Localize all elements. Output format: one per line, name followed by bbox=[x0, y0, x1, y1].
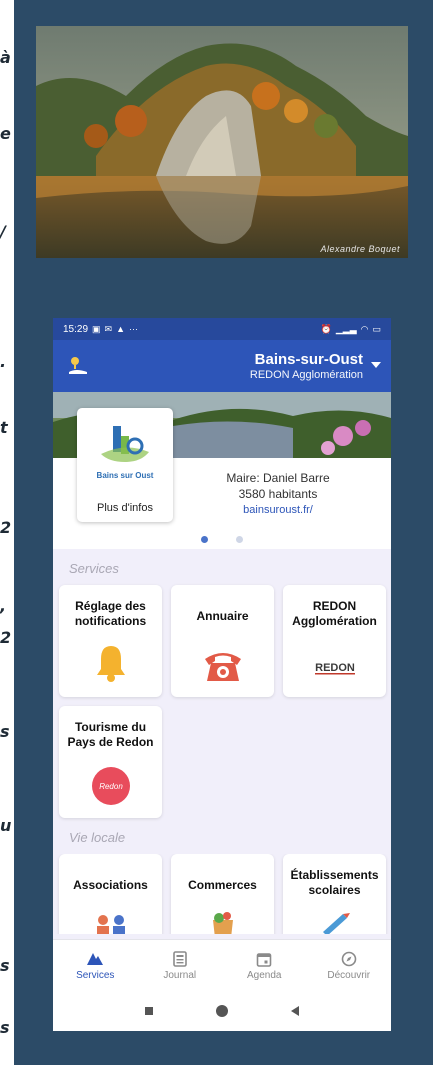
agglomeration-name: REDON Agglomération bbox=[249, 369, 363, 381]
tile-associations[interactable]: Associations bbox=[59, 854, 162, 934]
tile-notifications[interactable]: Réglage des notifications bbox=[59, 585, 162, 697]
mayor-info: Maire: Daniel Barre 3580 habitants bains… bbox=[193, 470, 363, 518]
photo-credit: Alexandre Boquet bbox=[320, 244, 400, 254]
side-glyph: s bbox=[0, 956, 10, 975]
tile-annuaire[interactable]: Annuaire bbox=[171, 585, 274, 697]
home-logo-button[interactable] bbox=[63, 351, 93, 381]
side-glyph: t bbox=[0, 418, 8, 437]
phone-screen: 15:29 ▣ ✉ ▲ ··· ⏰ ▁▂▃ ◠ ▭ Bains-sur-Oust… bbox=[53, 318, 391, 1031]
compass-icon bbox=[341, 951, 357, 966]
status-bar: 15:29 ▣ ✉ ▲ ··· ⏰ ▁▂▃ ◠ ▭ bbox=[53, 318, 391, 340]
nav-decouvrir[interactable]: Découvrir bbox=[307, 940, 392, 991]
side-glyph: / bbox=[0, 222, 6, 241]
phone-icon bbox=[201, 647, 245, 683]
tile-label: Établissements scolaires bbox=[290, 868, 379, 897]
redon-logo: REDON bbox=[309, 659, 361, 677]
home-button[interactable] bbox=[215, 1004, 229, 1018]
redon-logo-text: REDON bbox=[315, 662, 355, 674]
nav-label: Services bbox=[76, 969, 115, 981]
vie-locale-grid: Associations Commerces Établissements sc… bbox=[53, 854, 391, 934]
battery-icon: ▭ bbox=[372, 323, 381, 334]
chevron-down-icon[interactable] bbox=[371, 362, 381, 368]
notification-icon: ▣ bbox=[92, 323, 101, 334]
tile-commerces[interactable]: Commerces bbox=[171, 854, 274, 934]
side-glyph: e bbox=[0, 124, 11, 143]
mail-icon: ✉ bbox=[104, 323, 113, 334]
signal-icon: ▁▂▃ bbox=[335, 323, 357, 334]
bottom-navigation: Services Journal Agenda Découvrir bbox=[53, 939, 391, 991]
nav-label: Agenda bbox=[247, 969, 282, 981]
carousel-indicator bbox=[53, 536, 391, 543]
carousel-dot-2[interactable] bbox=[236, 536, 243, 543]
side-glyph: s bbox=[0, 1018, 10, 1037]
location-logo-icon bbox=[69, 357, 87, 374]
commune-info: Bains sur Oust Plus d'infos Maire: Danie… bbox=[53, 408, 391, 549]
tile-label: Commerces bbox=[188, 878, 257, 892]
calendar-icon bbox=[256, 952, 272, 967]
more-info-link[interactable]: Plus d'infos bbox=[77, 502, 173, 514]
carousel-dot-1[interactable] bbox=[201, 536, 208, 543]
people-icon bbox=[91, 910, 131, 934]
commune-logo: Bains sur Oust bbox=[97, 426, 154, 480]
services-grid: Réglage des notifications Annuaire REDON… bbox=[53, 585, 391, 818]
website-link[interactable]: bainsuroust.fr/ bbox=[193, 502, 363, 518]
side-glyph: , bbox=[0, 596, 7, 615]
tile-tourisme[interactable]: Tourisme du Pays de Redon Redon bbox=[59, 706, 162, 818]
tourism-logo-text: Redon bbox=[99, 782, 123, 791]
bell-icon bbox=[93, 643, 129, 683]
alarm-icon: ⏰ bbox=[320, 323, 332, 334]
nav-agenda[interactable]: Agenda bbox=[222, 940, 307, 991]
tile-redon-agglomeration[interactable]: REDON Agglomération REDON bbox=[283, 585, 386, 697]
app-bar: Bains-sur-Oust REDON Agglomération bbox=[53, 340, 391, 392]
shopping-icon bbox=[205, 910, 241, 934]
section-title-vie-locale: Vie locale bbox=[69, 830, 126, 845]
tourism-logo: Redon bbox=[91, 766, 131, 806]
landscape-illustration bbox=[36, 26, 408, 258]
population: 3580 habitants bbox=[238, 487, 318, 501]
commune-logo-text: Bains sur Oust bbox=[97, 471, 154, 480]
tile-etablissements-scolaires[interactable]: Établissements scolaires bbox=[283, 854, 386, 934]
tile-label: Associations bbox=[73, 878, 148, 892]
side-glyph: à bbox=[0, 48, 11, 67]
section-title-services: Services bbox=[69, 561, 119, 576]
commune-selector[interactable]: Bains-sur-Oust REDON Agglomération bbox=[250, 351, 363, 381]
system-navigation-bar bbox=[53, 991, 391, 1031]
side-glyph: . bbox=[0, 352, 7, 371]
nav-journal[interactable]: Journal bbox=[138, 940, 223, 991]
nav-label: Journal bbox=[163, 969, 197, 981]
nav-services[interactable]: Services bbox=[53, 940, 138, 991]
side-glyph: 2 bbox=[0, 518, 12, 537]
back-button[interactable] bbox=[289, 1005, 301, 1017]
nav-label: Découvrir bbox=[327, 969, 371, 981]
commune-card[interactable]: Bains sur Oust Plus d'infos bbox=[77, 408, 173, 522]
more-notifications: ··· bbox=[129, 324, 139, 334]
recent-apps-button[interactable] bbox=[143, 1005, 155, 1017]
wifi-icon: ◠ bbox=[360, 323, 369, 334]
app-icon: ▲ bbox=[116, 324, 126, 334]
tile-label: REDON Agglomération bbox=[292, 599, 377, 628]
journal-icon bbox=[172, 950, 187, 967]
side-glyph: 2 bbox=[0, 628, 12, 647]
tile-label: Tourisme du Pays de Redon bbox=[67, 720, 154, 749]
side-glyph: u bbox=[0, 816, 12, 835]
status-time: 15:29 bbox=[63, 323, 89, 335]
school-icon bbox=[317, 910, 353, 934]
side-glyph: s bbox=[0, 722, 10, 741]
tile-label: Annuaire bbox=[196, 609, 249, 623]
commune-name: Bains-sur-Oust bbox=[254, 351, 363, 368]
landscape-photo: Alexandre Boquet bbox=[36, 26, 408, 258]
services-icon bbox=[87, 952, 104, 965]
tile-label: Réglage des notifications bbox=[74, 599, 147, 628]
mayor-name: Maire: Daniel Barre bbox=[226, 471, 330, 485]
